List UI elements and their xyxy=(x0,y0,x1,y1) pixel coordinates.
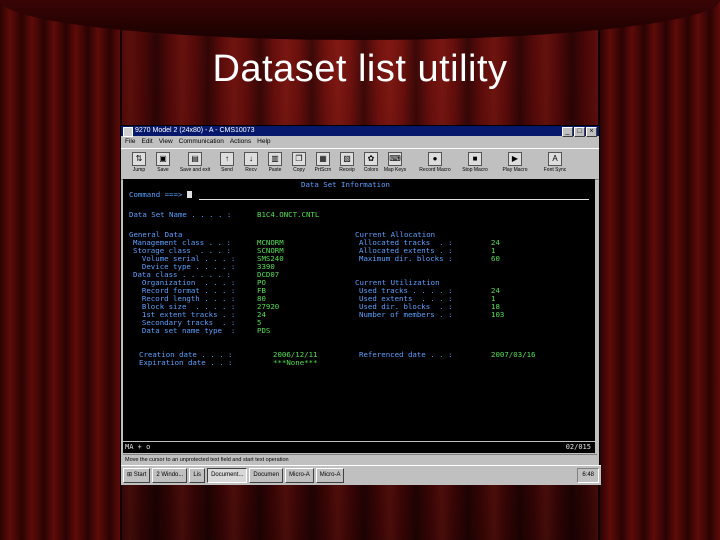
terminal-screen[interactable]: Data Set Information Command ===> Data S… xyxy=(123,179,595,441)
record-macro-button[interactable]: ● Record Macro xyxy=(415,149,455,177)
stop-macro-button[interactable]: ■ Stop Macro xyxy=(455,149,495,177)
menu-edit[interactable]: Edit xyxy=(141,137,152,147)
font-sync-button[interactable]: A Font Sync xyxy=(535,149,575,177)
general-value: PDS xyxy=(257,326,271,335)
stop-icon: ■ xyxy=(468,152,482,166)
menu-bar: File Edit View Communication Actions Hel… xyxy=(121,137,599,147)
app-icon xyxy=(123,127,133,137)
taskbar-item[interactable]: Document... xyxy=(207,468,248,483)
close-icon[interactable]: × xyxy=(586,127,597,137)
map-keys-button[interactable]: ⌨ Map Keys xyxy=(383,149,407,177)
menu-view[interactable]: View xyxy=(159,137,173,147)
keyboard-icon: ⌨ xyxy=(388,152,402,166)
copy-button[interactable]: ❐ Copy xyxy=(287,149,311,177)
toolbar: ⇅ Jump ▣ Save ▤ Save and exit ↑ Send ↓ Recv ▥… xyxy=(121,148,599,180)
utilization-label: Number of members . : xyxy=(359,310,453,319)
print-screen-button[interactable]: ▦ PrtScrn xyxy=(311,149,335,177)
paste-icon: ▥ xyxy=(268,152,282,166)
record-icon: ● xyxy=(428,152,442,166)
taskbar: ⊞ Start 2 Windo... Lis Document... Docum… xyxy=(121,465,601,485)
title-bar: 9270 Model 2 (24x80) - A - CMS10073 _ □ … xyxy=(121,126,599,137)
allocation-value: 60 xyxy=(491,254,500,263)
colors-icon: ✿ xyxy=(364,152,378,166)
utilization-value: 103 xyxy=(491,310,505,319)
taskbar-item[interactable]: 2 Windo... xyxy=(152,468,188,483)
colors-button[interactable]: ✿ Colors xyxy=(359,149,383,177)
slide-title: Dataset list utility xyxy=(212,48,508,90)
recv-button[interactable]: ↓ Recv xyxy=(239,149,263,177)
cursor-position: 02/015 xyxy=(565,443,591,451)
send-button[interactable]: ↑ Send xyxy=(215,149,239,177)
operator-info-area: MA + o 02/015 xyxy=(123,442,595,453)
command-cursor[interactable] xyxy=(186,191,192,198)
jump-icon: ⇅ xyxy=(132,152,146,166)
play-macro-button[interactable]: ▶ Play Macro xyxy=(495,149,535,177)
expiration-date-value: ***None*** xyxy=(273,358,318,367)
taskbar-item[interactable]: Micro-A xyxy=(315,468,345,483)
send-icon: ↑ xyxy=(220,152,234,166)
system-clock: 6:48 xyxy=(577,468,599,483)
play-icon: ▶ xyxy=(508,152,522,166)
copy-icon: ❐ xyxy=(292,152,306,166)
windows-icon: ⊞ xyxy=(127,472,133,478)
menu-communication[interactable]: Communication xyxy=(179,137,224,147)
jump-button[interactable]: ⇅ Jump xyxy=(127,149,151,177)
status-bar: Move the cursor to an unprotected text f… xyxy=(123,454,597,465)
menu-file[interactable]: File xyxy=(125,137,135,147)
oia-status: MA + o xyxy=(125,443,151,451)
window-title: 9270 Model 2 (24x80) - A - CMS10073 xyxy=(135,127,255,134)
referenced-date-label: Referenced date . . : xyxy=(359,350,453,359)
taskbar-item[interactable]: Micro-A xyxy=(285,468,314,483)
save-exit-icon: ▤ xyxy=(188,152,202,166)
taskbar-item[interactable]: Lis xyxy=(189,468,206,483)
emulator-window: 9270 Model 2 (24x80) - A - CMS10073 _ □ … xyxy=(120,125,601,485)
menu-actions[interactable]: Actions xyxy=(230,137,251,147)
general-label: Data set name type : xyxy=(133,326,236,335)
menu-help[interactable]: Help xyxy=(257,137,270,147)
save-button[interactable]: ▣ Save xyxy=(151,149,175,177)
receipt-button[interactable]: ▧ Receip xyxy=(335,149,359,177)
minimize-icon[interactable]: _ xyxy=(562,127,573,137)
start-button[interactable]: ⊞ Start xyxy=(123,468,151,483)
dataset-name-value: B1C4.ONCT.CNTL xyxy=(257,210,320,219)
taskbar-item[interactable]: Documen xyxy=(249,468,284,483)
save-and-exit-button[interactable]: ▤ Save and exit xyxy=(175,149,215,177)
expiration-date-label: Expiration date . . : xyxy=(139,358,233,367)
receive-icon: ↓ xyxy=(244,152,258,166)
command-underline xyxy=(199,199,589,200)
maximize-icon[interactable]: □ xyxy=(574,127,585,137)
dataset-name-label: Data Set Name . . . . : xyxy=(129,210,232,219)
save-icon: ▣ xyxy=(156,152,170,166)
command-label: Command ===> xyxy=(129,190,183,199)
font-sync-icon: A xyxy=(548,152,562,166)
allocation-label: Maximum dir. blocks : xyxy=(359,254,453,263)
receipt-icon: ▧ xyxy=(340,152,354,166)
print-icon: ▦ xyxy=(316,152,330,166)
referenced-date-value: 2007/03/16 xyxy=(491,350,536,359)
screen-title: Data Set Information xyxy=(301,180,390,189)
paste-button[interactable]: ▥ Paste xyxy=(263,149,287,177)
